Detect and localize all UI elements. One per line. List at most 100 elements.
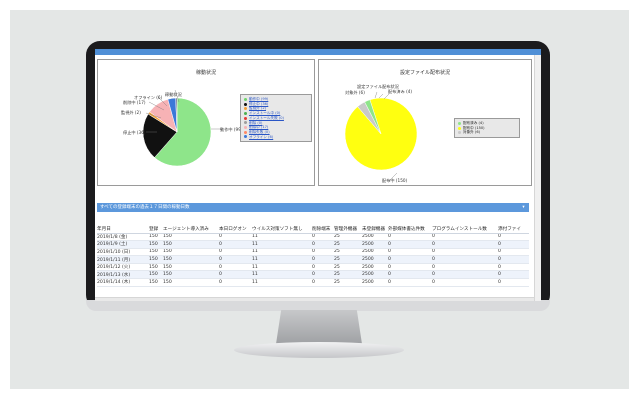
column-header[interactable]: プログラムインストール数 [432, 225, 498, 234]
column-header[interactable]: 管理外機器 [334, 225, 362, 234]
table-cell: 2500 [362, 270, 388, 280]
table-cell: 0 [498, 248, 529, 257]
table-cell: 0 [312, 270, 334, 280]
pie-label-offline: オフライン (6) [134, 95, 163, 100]
column-header[interactable]: 登録 [149, 225, 163, 234]
screen-top-bar [95, 49, 541, 55]
column-header[interactable]: ウイルス対策ソフト無し [252, 225, 312, 234]
column-header[interactable]: 本日ログオン [219, 225, 252, 234]
table-cell: 150 [149, 255, 163, 264]
table-cell: 0 [432, 263, 498, 272]
date-link[interactable]: 2019/1/9 (土) [97, 240, 149, 249]
table-cell: 11 [252, 263, 312, 272]
table-cell: 150 [163, 248, 219, 257]
table-cell: 25 [334, 255, 362, 264]
table-cell: 150 [163, 270, 219, 280]
operation-status-legend-label[interactable]: オフライン (6) [249, 135, 273, 140]
column-header[interactable]: 添付ファイ [498, 225, 529, 234]
table-cell: 150 [163, 278, 219, 287]
column-header[interactable]: 外部媒体書込件数 [388, 225, 432, 234]
date-link[interactable]: 2019/1/12 (火) [97, 263, 149, 272]
table-cell: 2500 [362, 248, 388, 257]
table-cell: 0 [498, 270, 529, 280]
table-cell: 150 [163, 255, 219, 264]
table-cell: 0 [312, 263, 334, 272]
legend-swatch-icon [458, 121, 461, 125]
table-cell: 2500 [362, 240, 388, 249]
table-cell: 11 [252, 240, 312, 249]
legend-swatch-icon [244, 111, 247, 115]
pie-label-status: 稼動状況 [165, 92, 182, 97]
config-distribution-legend-item: 対象外 (6) [458, 130, 516, 135]
date-link[interactable]: 2019/1/13 (水) [97, 270, 149, 280]
table-cell: 0 [219, 270, 252, 280]
operation-status-legend: 動作中 (99) 停止中 (36) 監視外 (2) インストール中 (0) インストール… [240, 94, 312, 143]
table-cell: 2500 [362, 255, 388, 264]
table-cell: 0 [432, 255, 498, 264]
table-cell: 0 [498, 263, 529, 272]
table-cell: 150 [149, 233, 163, 242]
horizontal-scrollbar[interactable] [95, 297, 534, 301]
date-link[interactable]: 2019/1/8 (金) [97, 233, 149, 242]
legend-swatch-icon [244, 97, 247, 101]
monitor-stand-neck [276, 310, 362, 344]
operating-days-table: 年月日 登録 エージェント導入済み 本日ログオン ウイルス対策ソフト無し 削除端末 管理外機… [97, 225, 529, 287]
column-header[interactable]: 削除端末 [312, 225, 334, 234]
table-cell: 0 [219, 278, 252, 287]
date-link[interactable]: 2019/1/11 (月) [97, 255, 149, 264]
table-cell: 150 [149, 248, 163, 257]
table-row: 2019/1/9 (土) 150 150 0 11 0 25 2500 0 0 0 [97, 240, 529, 249]
table-row: 2019/1/12 (火) 150 150 0 11 0 25 2500 0 0 0 [97, 263, 529, 272]
table-cell: 11 [252, 248, 312, 257]
operation-status-legend-item[interactable]: オフライン (6) [244, 135, 308, 140]
pie-label-excluded: 対象外 (6) [345, 90, 365, 95]
table-cell: 0 [219, 263, 252, 272]
pie-label-in-progress: 配布中 (150) [382, 178, 408, 183]
column-header[interactable]: 年月日 [97, 225, 149, 234]
column-header[interactable]: エージェント導入済み [163, 225, 219, 234]
table-cell: 0 [498, 233, 529, 242]
vertical-scrollbar[interactable] [534, 55, 541, 301]
column-header[interactable]: 未登録機器 [362, 225, 388, 234]
table-cell: 150 [163, 233, 219, 242]
table-cell: 0 [388, 233, 432, 242]
table-cell: 150 [163, 240, 219, 249]
table-cell: 11 [252, 270, 312, 280]
table-cell: 2500 [362, 263, 388, 272]
legend-swatch-icon [458, 131, 461, 135]
table-cell: 0 [498, 240, 529, 249]
table-header-row: 年月日 登録 エージェント導入済み 本日ログオン ウイルス対策ソフト無し 削除端末 管理外機… [97, 225, 529, 234]
collapse-toggle-icon[interactable]: ▾ [520, 203, 527, 212]
table-cell: 150 [149, 263, 163, 272]
monitor-stand-base [234, 342, 404, 358]
table-cell: 0 [312, 255, 334, 264]
operating-days-section-header[interactable]: すべての登録端末の過去１７日間の稼動日数 ▾ [97, 203, 529, 212]
table-cell: 11 [252, 255, 312, 264]
pie-label-monitor-out: 監視外 (2) [121, 110, 141, 115]
date-link[interactable]: 2019/1/14 (木) [97, 278, 149, 287]
table-cell: 0 [219, 233, 252, 242]
operating-days-section-title: すべての登録端末の過去１７日間の稼動日数 [100, 205, 190, 210]
table-cell: 0 [498, 278, 529, 287]
pie-label-distributed: 配布済み (4) [388, 89, 413, 94]
monitor-screen: 稼動状況 動作中 (99) 停止中 (36) 監視外 (2) 削除中 (17) … [95, 49, 541, 301]
table-cell: 0 [312, 248, 334, 257]
date-link[interactable]: 2019/1/10 (日) [97, 248, 149, 257]
table-cell: 25 [334, 270, 362, 280]
table-cell: 0 [388, 240, 432, 249]
table-cell: 0 [219, 240, 252, 249]
operation-status-panel: 稼動状況 動作中 (99) 停止中 (36) 監視外 (2) 削除中 (17) … [97, 59, 315, 186]
table-cell: 0 [432, 270, 498, 280]
table-cell: 150 [149, 270, 163, 280]
table-cell: 0 [432, 240, 498, 249]
table-cell: 11 [252, 278, 312, 287]
table-cell: 0 [498, 255, 529, 264]
config-distribution-legend-label: 対象外 (6) [463, 130, 481, 135]
table-row: 2019/1/8 (金) 150 150 0 11 0 25 2500 0 0 0 [97, 233, 529, 242]
table-cell: 0 [388, 255, 432, 264]
table-row: 2019/1/13 (水) 150 150 0 11 0 25 2500 0 0 0 [97, 270, 529, 280]
table-cell: 150 [163, 263, 219, 272]
config-distribution-panel: 設定ファイル配布状況 設定ファイル配布状況 対象外 (6) 配布済み (4) 配… [318, 59, 532, 186]
config-distribution-legend: 配布済み (4) 配布中 (150) 対象外 (6) [454, 118, 520, 139]
monitor-chin [86, 300, 550, 311]
